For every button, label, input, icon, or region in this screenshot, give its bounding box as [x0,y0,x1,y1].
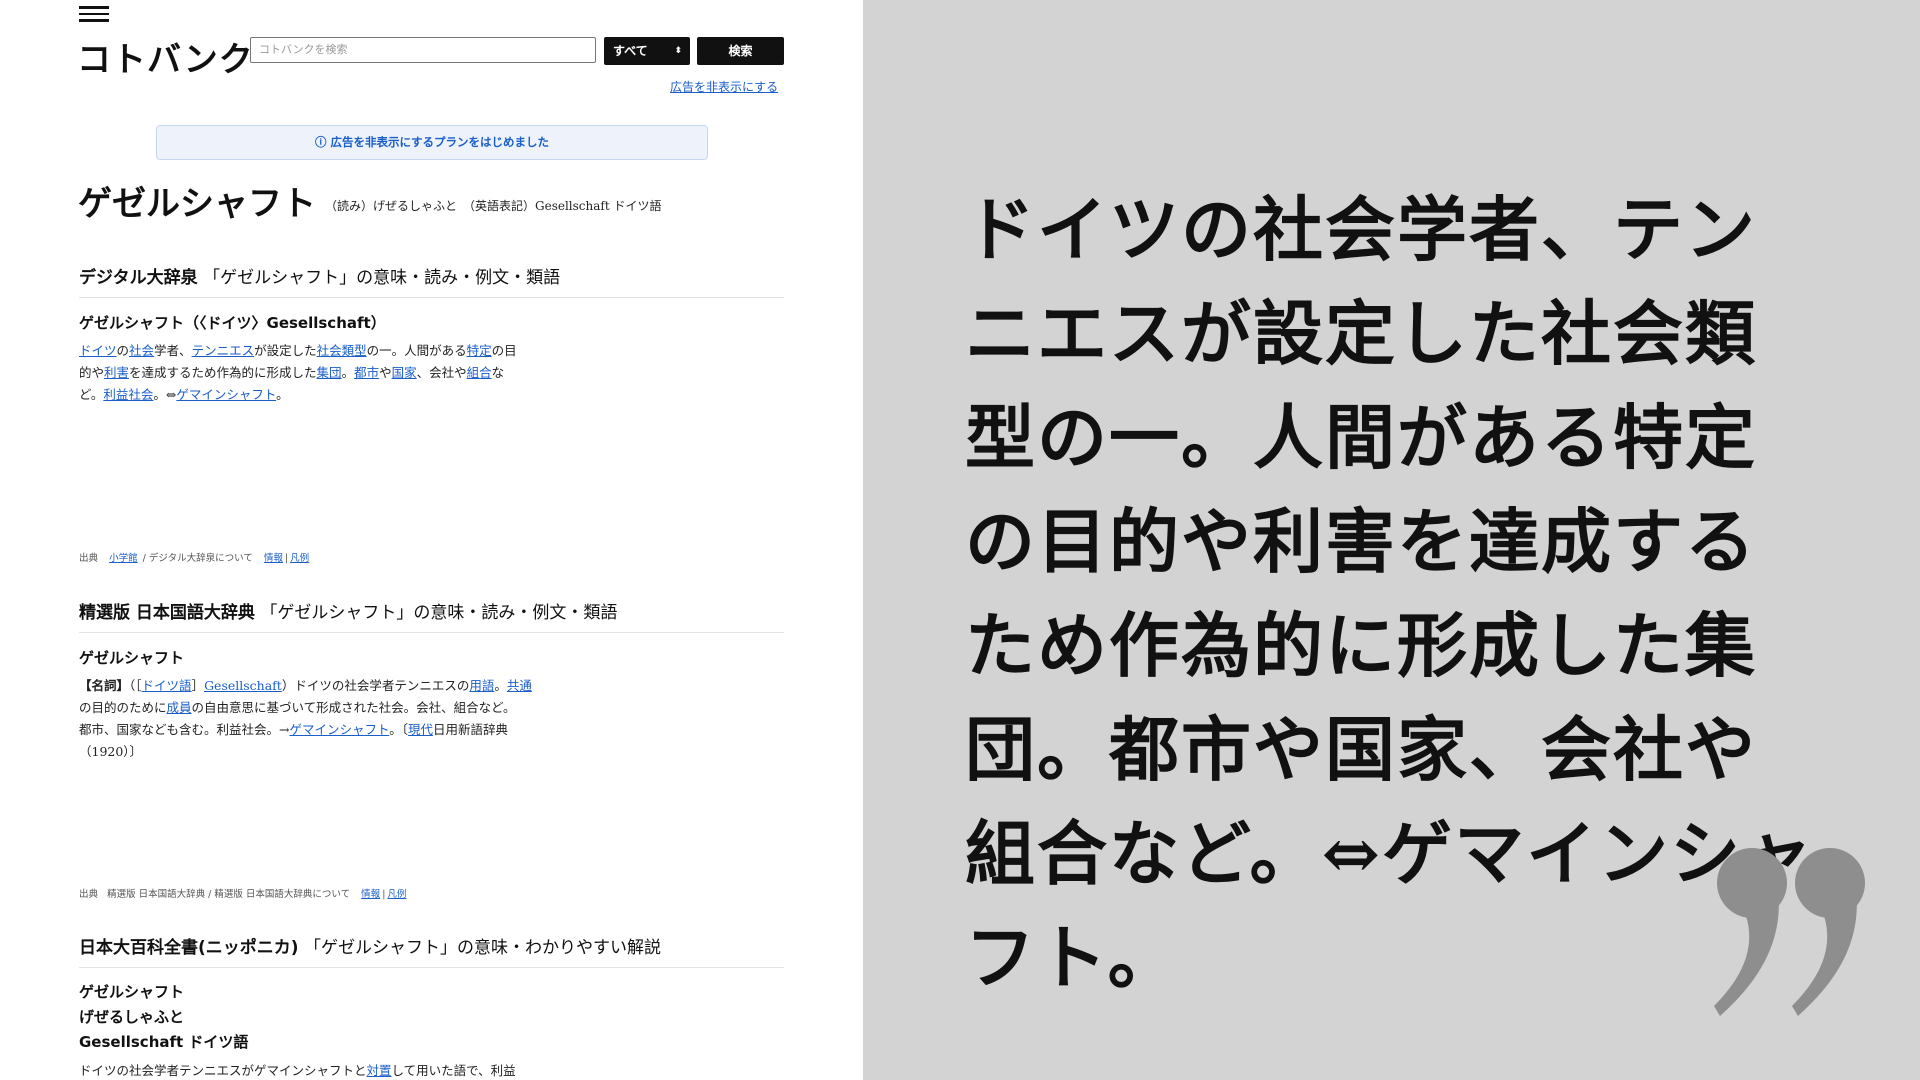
link-gesellschaft[interactable]: Gesellschaft [204,678,282,693]
link-rieki-shakai[interactable]: 利益社会 [103,387,153,402]
section-title-daijisen: デジタル大辞泉 「ゲゼルシャフト」の意味・読み・例文・類語 [79,263,560,288]
link-doitsugo[interactable]: ドイツ語 [142,678,192,693]
divider [79,632,784,633]
entry-body: ドイツの社会学者、テンニエスが設定した社会類型の一。人間がある特定の目 的や利害… [79,340,539,406]
section-title-rest: 「ゲゼルシャフト」の意味・読み・例文・類語 [203,268,561,288]
closing-quote-icon [1714,848,1865,1016]
section-source-name: 精選版 日本国語大辞典 [79,603,255,623]
menu-icon[interactable] [79,6,109,22]
entry-line: 都市、国家なども含む。利益社会。→ゲマインシャフト。〔現代日用新語辞典 [79,722,509,737]
section-source-name: 日本大百科全書(ニッポニカ) [79,938,299,958]
legend-link[interactable]: 凡例 [387,889,406,900]
entry-head-title: ゲゼルシャフト [79,983,185,1001]
quote-text: ドイツの社会学者、テンニエスが設定した社会類型の一。人間がある特定の目的や利害を… [965,188,1815,999]
entry-line: の目的のために成員の自由意思に基づいて形成された社会。会社、組合など。 [79,700,516,715]
entry-line: 的や利害を達成するため作為的に形成した集団。都市や国家、会社や組合な [79,365,505,380]
link-shakai-ruikei[interactable]: 社会類型 [317,343,367,358]
link-shudan[interactable]: 集団 [317,365,342,380]
link-kokka[interactable]: 国家 [392,365,417,380]
publisher-name: 精選版 日本国語大辞典 [107,889,206,900]
link-kumiai[interactable]: 組合 [467,365,492,380]
source-line: 出典 精選版 日本国語大辞典 / 精選版 日本国語大辞典について 情報 | 凡例 [79,889,407,900]
link-taichi[interactable]: 対置 [367,1063,392,1078]
scope-label: すべて [613,44,648,58]
page-title: ゲゼルシャフト [78,184,316,224]
publisher-link[interactable]: 小学館 [109,553,138,564]
about-dictionary: デジタル大辞泉について [148,553,253,564]
info-link[interactable]: 情報 [361,889,380,900]
link-seiin[interactable]: 成員 [167,700,192,715]
link-gendai[interactable]: 現代 [408,722,433,737]
entry-head: ゲゼルシャフト（〈ドイツ〉Gesellschaft） [79,314,386,332]
info-link[interactable]: 情報 [264,553,283,564]
about-dictionary: 精選版 日本国語大辞典について [214,889,351,900]
site-logo[interactable]: コトバンク [77,32,254,81]
entry-line: （1920）〕 [79,744,143,759]
source-line: 出典 小学館 / デジタル大辞泉について 情報 | 凡例 [79,553,310,564]
section-title-nikkoku: 精選版 日本国語大辞典 「ゲゼルシャフト」の意味・読み・例文・類語 [79,598,617,623]
divider [79,297,784,298]
link-gemeinschaft-2[interactable]: ゲマインシャフト [289,722,389,737]
section-source-name: デジタル大辞泉 [79,268,198,288]
link-tokutei[interactable]: 特定 [467,343,492,358]
section-title-rest: 「ゲゼルシャフト」の意味・わかりやすい解説 [303,938,661,958]
link-gemeinschaft[interactable]: ゲマインシャフト [176,387,276,402]
link-tennies[interactable]: テンニエス [192,343,255,358]
source-label: 出典 [79,553,99,564]
search-input[interactable]: コトバンクを検索 [250,37,596,63]
entry-body: ドイツの社会学者テンニエスがゲマインシャフトと対置して用いた語で、利益 [79,1060,539,1080]
link-toshi[interactable]: 都市 [354,365,379,380]
divider [79,967,784,968]
link-kyoutsuu[interactable]: 共通 [507,678,532,693]
link-shakai[interactable]: 社会 [129,343,154,358]
ad-plan-notice[interactable]: ⓘ 広告を非表示にするプランをはじめました [156,125,708,160]
link-doitsu[interactable]: ドイツ [79,343,117,358]
entry-line: ど。利益社会。⇔ゲマインシャフト。 [79,387,289,402]
entry-head: ゲゼルシャフト [79,649,185,667]
select-arrows-icon: ⬍ [674,46,682,56]
entry-line: ドイツの社会学者テンニエスがゲマインシャフトと対置して用いた語で、利益 [79,1063,516,1078]
link-rigai[interactable]: 利害 [104,365,129,380]
search-scope-select[interactable]: すべて ⬍ [604,37,690,65]
entry-line: 【名詞】（［ドイツ語］Gesellschaft）ドイツの社会学者テンニエスの用語… [79,678,532,693]
search-button[interactable]: 検索 [697,37,784,65]
entry-head-reading: げぜるしゃふと [79,1008,185,1026]
section-title-rest: 「ゲゼルシャフト」の意味・読み・例文・類語 [260,603,618,623]
legend-link[interactable]: 凡例 [290,553,309,564]
entry-head-english: Gesellschaft ドイツ語 [79,1033,249,1051]
entry-body: 【名詞】（［ドイツ語］Gesellschaft）ドイツの社会学者テンニエスの用語… [79,675,539,763]
source-label: 出典 [79,889,99,900]
term-reading: （読み）げぜるしゃふと （英語表記）Gesellschaft ドイツ語 [325,199,662,213]
entry-line: ドイツの社会学者、テンニエスが設定した社会類型の一。人間がある特定の目 [79,343,517,358]
section-title-nipponica: 日本大百科全書(ニッポニカ) 「ゲゼルシャフト」の意味・わかりやすい解説 [79,933,661,958]
hide-ads-link[interactable]: 広告を非表示にする [670,78,778,95]
dictionary-page: コトバンク コトバンクを検索 すべて ⬍ 検索 広告を非表示にする ⓘ 広告を非… [0,0,863,1080]
link-yougo[interactable]: 用語 [469,678,494,693]
